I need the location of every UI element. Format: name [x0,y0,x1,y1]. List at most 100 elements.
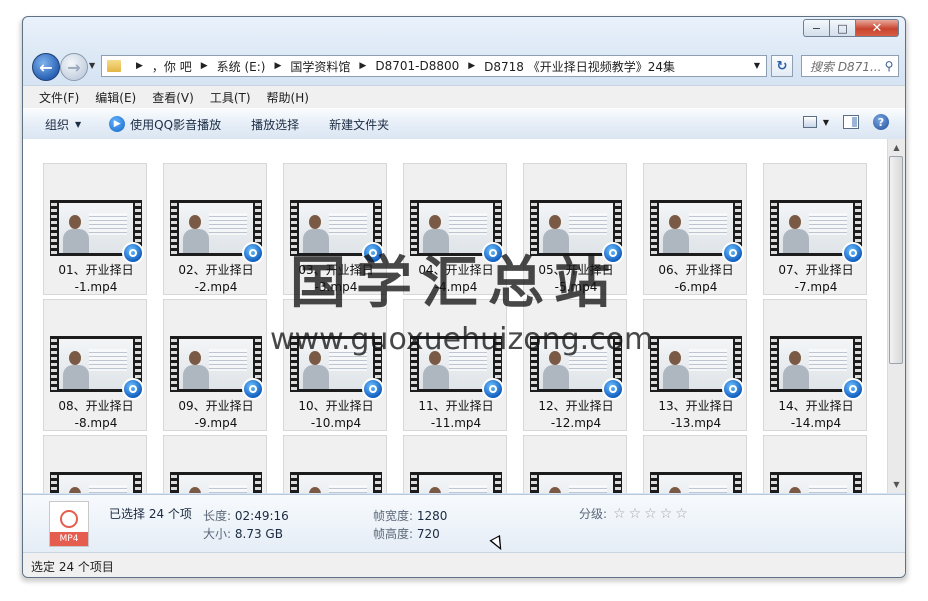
close-button[interactable]: ✕ [855,19,899,37]
video-frame [779,339,853,389]
file-item[interactable]: 06、开业择日 -6.mp4 [643,163,747,295]
video-frame [779,203,853,253]
search-box[interactable]: 搜索 D871... ⚲ [801,55,899,77]
vertical-scrollbar[interactable]: ▲ ▼ [887,139,905,493]
menu-item[interactable]: 文件(F) [39,89,79,106]
star-icon[interactable]: ☆ [629,506,642,522]
menu-item[interactable]: 查看(V) [152,89,194,106]
scroll-down-icon[interactable]: ▼ [888,476,905,493]
minimize-button[interactable]: − [803,19,829,37]
maximize-button[interactable]: □ [829,19,855,37]
video-thumbnail [530,472,622,493]
breadcrumb-separator-icon[interactable]: ▶ [359,61,366,71]
star-icon[interactable]: ☆ [613,506,626,522]
breadcrumb-separator-icon[interactable]: ▶ [201,61,208,71]
file-name: 11、开业择日 -11.mp4 [418,399,494,430]
arrow-right-icon: → [67,57,81,77]
whiteboard [689,485,727,493]
file-item[interactable] [403,435,507,493]
qq-player-badge-icon [482,378,504,400]
star-icon[interactable]: ☆ [675,506,688,522]
breadcrumb-item[interactable]: 国学资料馆 [290,58,350,75]
file-item[interactable]: 07、开业择日 -7.mp4 [763,163,867,295]
film-strip-icon [855,472,861,493]
star-icon[interactable]: ☆ [644,506,657,522]
qq-player-badge-icon [842,242,864,264]
video-icon [60,510,78,528]
file-item[interactable] [763,435,867,493]
file-item[interactable] [643,435,747,493]
change-view-button[interactable]: ▼ [802,116,829,128]
whiteboard [329,213,367,235]
whiteboard [449,213,487,235]
breadcrumb-item[interactable]: D8718 《开业择日视频教学》24集 [484,58,675,75]
film-strip-icon [51,472,57,493]
qq-player-badge-icon [122,242,144,264]
address-bar[interactable]: ▶ ，你 吧 ▶ 系统 (E:) ▶ 国学资料馆 ▶ D8701-D8800 ▶ D8718 《… [101,55,767,77]
file-item[interactable] [163,435,267,493]
scrollbar-thumb[interactable] [889,156,903,364]
file-item[interactable]: 13、开业择日 -13.mp4 [643,299,747,431]
menu-item[interactable]: 工具(T) [210,89,251,106]
breadcrumb-separator-icon[interactable]: ▶ [136,61,143,71]
breadcrumb-item[interactable]: 系统 (E:) [217,58,266,75]
file-item[interactable]: 02、开业择日 -2.mp4 [163,163,267,295]
play-with-qq-button[interactable]: ▶ 使用QQ影音播放 [109,116,221,133]
refresh-button[interactable]: ↻ [771,55,793,77]
breadcrumb: ，你 吧 ▶ 系统 (E:) ▶ 国学资料馆 ▶ D8701-D8800 ▶ D8718 《开业… [152,58,675,75]
presenter-head [69,487,81,493]
file-name: 09、开业择日 -9.mp4 [178,399,254,430]
play-selection-button[interactable]: 播放选择 [251,116,299,133]
presenter-head [309,215,321,229]
presenter-head [429,487,441,493]
whiteboard [809,349,847,371]
whiteboard [209,213,247,235]
breadcrumb-item[interactable]: D8701-D8800 [375,59,459,73]
rating-stars[interactable]: ☆ ☆ ☆ ☆ ☆ [613,506,688,522]
file-name: 08、开业择日 -8.mp4 [58,399,134,430]
menu-item[interactable]: 帮助(H) [267,89,309,106]
recent-pages-dropdown[interactable]: ▼ [89,61,95,70]
back-button[interactable]: ← [32,53,60,81]
length-value: 02:49:16 [234,509,289,523]
presenter-body [663,365,689,389]
search-input[interactable]: 搜索 D871... [802,58,880,75]
file-item[interactable]: 01、开业择日 -1.mp4 [43,163,147,295]
file-item[interactable] [523,435,627,493]
menu-item[interactable]: 编辑(E) [95,89,136,106]
breadcrumb-separator-icon[interactable]: ▶ [274,61,281,71]
watermark-title: 国学汇总站 [290,251,620,316]
rating-label: 分级: [579,507,608,521]
video-frame [59,203,133,253]
star-icon[interactable]: ☆ [660,506,673,522]
address-dropdown-icon[interactable]: ▼ [754,61,760,70]
video-thumbnail [170,336,264,400]
help-icon[interactable]: ? [873,114,889,130]
scroll-up-icon[interactable]: ▲ [888,139,905,156]
breadcrumb-separator-icon[interactable]: ▶ [468,61,475,71]
search-icon[interactable]: ⚲ [880,59,898,73]
file-item[interactable]: 09、开业择日 -9.mp4 [163,299,267,431]
presenter-head [789,487,801,493]
forward-button[interactable]: → [60,53,88,81]
whiteboard [89,485,127,493]
file-item[interactable]: 08、开业择日 -8.mp4 [43,299,147,431]
frame-width-label: 帧宽度: [373,509,414,523]
file-item[interactable]: 14、开业择日 -14.mp4 [763,299,867,431]
organize-button[interactable]: 组织 ▼ [45,116,81,133]
file-name: 12、开业择日 -12.mp4 [538,399,614,430]
whiteboard [809,213,847,235]
presenter-body [783,229,809,253]
length-field: 长度: 02:49:16 [203,507,289,524]
breadcrumb-item[interactable]: ，你 吧 [152,58,192,75]
presenter-body [63,229,89,253]
qq-player-badge-icon [722,378,744,400]
preview-pane-icon[interactable] [843,115,859,129]
file-item[interactable] [43,435,147,493]
film-strip-icon [771,336,777,392]
presenter-body [183,229,209,253]
new-folder-button[interactable]: 新建文件夹 [329,116,389,133]
file-item[interactable] [283,435,387,493]
whiteboard [809,485,847,493]
command-bar: 组织 ▼ ▶ 使用QQ影音播放 播放选择 新建文件夹 ▼ ? [23,108,905,140]
